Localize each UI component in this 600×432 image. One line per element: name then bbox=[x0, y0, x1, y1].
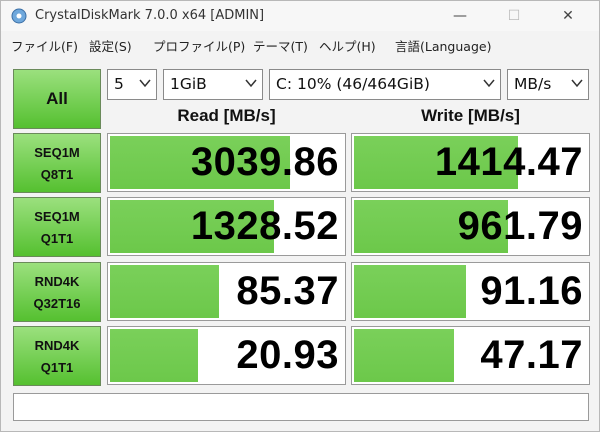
write-meter-bar bbox=[354, 329, 454, 382]
read-result-value: 3039.86 bbox=[190, 140, 339, 184]
read-result-value: 85.37 bbox=[236, 269, 339, 313]
write-result-value: 961.79 bbox=[457, 204, 583, 248]
test-button-rnd4k-q1t1[interactable]: RND4K Q1T1 bbox=[13, 326, 101, 386]
drive-select[interactable]: C: 10% (46/464GiB) bbox=[269, 69, 501, 100]
read-result-cell: 85.37 bbox=[107, 262, 346, 321]
test-name: SEQ1M bbox=[34, 209, 80, 224]
unit-select[interactable]: MB/s bbox=[507, 69, 589, 100]
write-result-value: 1414.47 bbox=[434, 140, 583, 184]
disk-app-icon bbox=[11, 8, 27, 24]
read-column-header: Read [MB/s] bbox=[177, 106, 276, 125]
write-result-cell: 91.16 bbox=[351, 262, 590, 321]
menu-help[interactable]: ヘルプ(H) bbox=[319, 36, 376, 55]
test-name: RND4K bbox=[34, 338, 80, 353]
close-icon: ✕ bbox=[562, 8, 574, 24]
chevron-down-icon bbox=[245, 79, 257, 88]
menu-file[interactable]: ファイル(F) bbox=[11, 36, 78, 55]
read-result-cell: 3039.86 bbox=[107, 133, 346, 192]
read-meter-bar bbox=[110, 265, 220, 318]
test-params: Q1T1 bbox=[40, 360, 74, 375]
size-value: 1GiB bbox=[170, 75, 207, 93]
minimize-icon: — bbox=[453, 8, 467, 24]
app-window: CrystalDiskMark 7.0.0 x64 [ADMIN] — ☐ ✕ … bbox=[0, 0, 600, 432]
test-name: RND4K bbox=[34, 274, 80, 289]
write-result-value: 47.17 bbox=[480, 333, 583, 377]
test-button-rnd4k-q32t16[interactable]: RND4K Q32T16 bbox=[13, 262, 101, 322]
read-result-value: 20.93 bbox=[236, 333, 339, 377]
test-params: Q32T16 bbox=[33, 296, 81, 311]
count-value: 5 bbox=[114, 75, 124, 93]
chevron-down-icon bbox=[571, 79, 583, 88]
read-result-value: 1328.52 bbox=[190, 204, 339, 248]
menu-language[interactable]: 言語(Language) bbox=[395, 36, 491, 55]
maximize-icon: ☐ bbox=[507, 8, 521, 24]
write-meter-bar bbox=[354, 265, 466, 318]
read-meter-bar bbox=[110, 329, 199, 382]
status-bar bbox=[13, 393, 589, 421]
write-result-value: 91.16 bbox=[480, 269, 583, 313]
read-result-cell: 1328.52 bbox=[107, 197, 346, 256]
drive-value: C: 10% (46/464GiB) bbox=[276, 75, 430, 93]
all-button[interactable]: All bbox=[13, 69, 101, 129]
write-result-cell: 47.17 bbox=[351, 326, 590, 385]
write-column-header: Write [MB/s] bbox=[421, 106, 520, 125]
chevron-down-icon bbox=[139, 79, 151, 88]
menu-profile[interactable]: プロファイル(P) bbox=[153, 36, 245, 55]
maximize-button[interactable]: ☐ bbox=[491, 1, 537, 31]
test-params: Q1T1 bbox=[40, 231, 74, 246]
test-button-seq1m-q1t1[interactable]: SEQ1M Q1T1 bbox=[13, 197, 101, 257]
write-result-cell: 961.79 bbox=[351, 197, 590, 256]
menu-settings[interactable]: 設定(S) bbox=[89, 36, 132, 55]
test-name: SEQ1M bbox=[34, 145, 80, 160]
unit-value: MB/s bbox=[514, 75, 552, 93]
write-result-cell: 1414.47 bbox=[351, 133, 590, 192]
size-select[interactable]: 1GiB bbox=[163, 69, 263, 100]
menu-theme[interactable]: テーマ(T) bbox=[253, 36, 308, 55]
test-button-seq1m-q8t1[interactable]: SEQ1M Q8T1 bbox=[13, 133, 101, 193]
window-title: CrystalDiskMark 7.0.0 x64 [ADMIN] bbox=[35, 8, 265, 23]
minimize-button[interactable]: — bbox=[437, 1, 483, 31]
read-result-cell: 20.93 bbox=[107, 326, 346, 385]
test-params: Q8T1 bbox=[40, 167, 74, 182]
close-button[interactable]: ✕ bbox=[545, 1, 591, 31]
menu-bar: ファイル(F) 設定(S) プロファイル(P) テーマ(T) ヘルプ(H) 言語… bbox=[1, 33, 599, 57]
title-bar: CrystalDiskMark 7.0.0 x64 [ADMIN] — ☐ ✕ bbox=[1, 1, 599, 31]
chevron-down-icon bbox=[483, 79, 495, 88]
count-select[interactable]: 5 bbox=[107, 69, 157, 100]
